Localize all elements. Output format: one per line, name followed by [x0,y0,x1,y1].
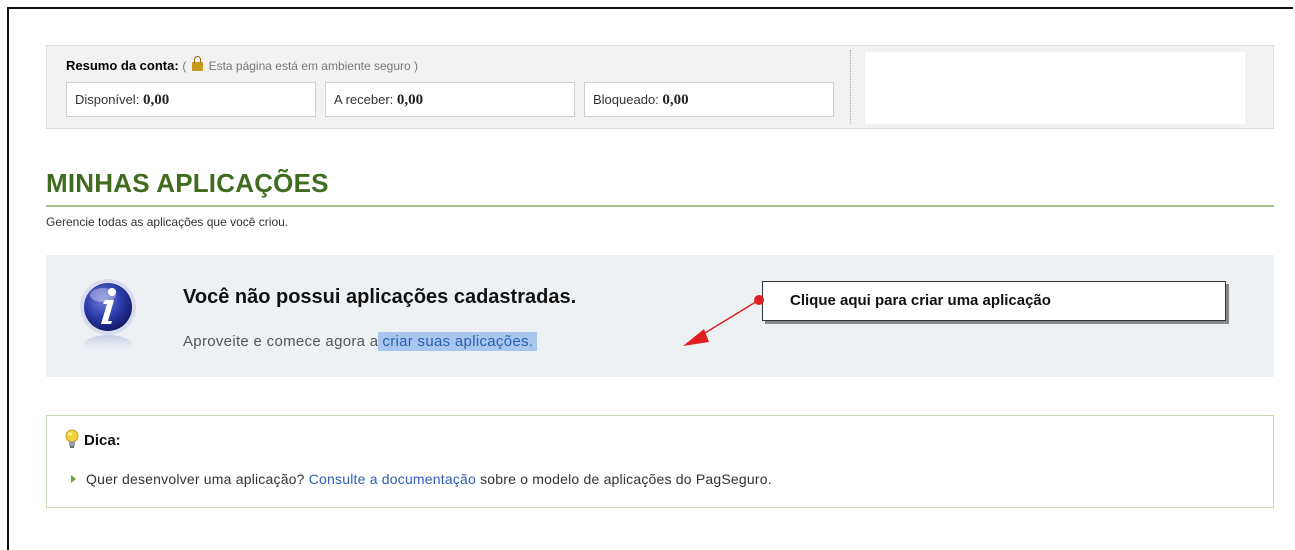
tip-title: Dica: [84,432,121,449]
page-title: MINHAS APLICAÇÕES [46,168,329,198]
summary-divider [850,50,851,124]
info-icon [80,279,136,355]
account-summary-title: Resumo da conta: ( Esta página está em a… [66,56,419,73]
balance-available-value: 0,00 [142,92,170,108]
triangle-bullet-icon [71,475,76,483]
empty-state-title: Você não possui aplicações cadastradas. [183,286,577,308]
lightbulb-icon [65,429,79,448]
secure-note: Esta página está em ambiente seguro ) [208,59,419,73]
tip-item: Quer desenvolver uma aplicação? Consulte… [71,471,772,487]
balance-available: Disponível: 0,00 [66,82,316,117]
instruction-callout: Clique aqui para criar uma aplicação [762,281,1226,321]
page-subtitle: Gerencie todas as aplicações que você cr… [46,215,289,229]
create-applications-link[interactable]: criar suas aplicações. [378,332,538,351]
summary-side-panel [865,52,1245,124]
balance-blocked: Bloqueado: 0,00 [584,82,834,117]
tip-box: Dica: Quer desenvolver uma aplicação? Co… [46,415,1274,508]
empty-state-message: Aproveite e comece agora a criar suas apl… [183,332,538,351]
balance-receivable: A receber: 0,00 [325,82,575,117]
account-summary: Resumo da conta: ( Esta página está em a… [46,45,1274,129]
balance-blocked-value: 0,00 [662,92,689,108]
lock-icon [191,56,203,71]
balance-receivable-value: 0,00 [396,92,424,108]
title-divider [46,205,1274,207]
documentation-link[interactable]: Consulte a documentação [309,471,476,487]
